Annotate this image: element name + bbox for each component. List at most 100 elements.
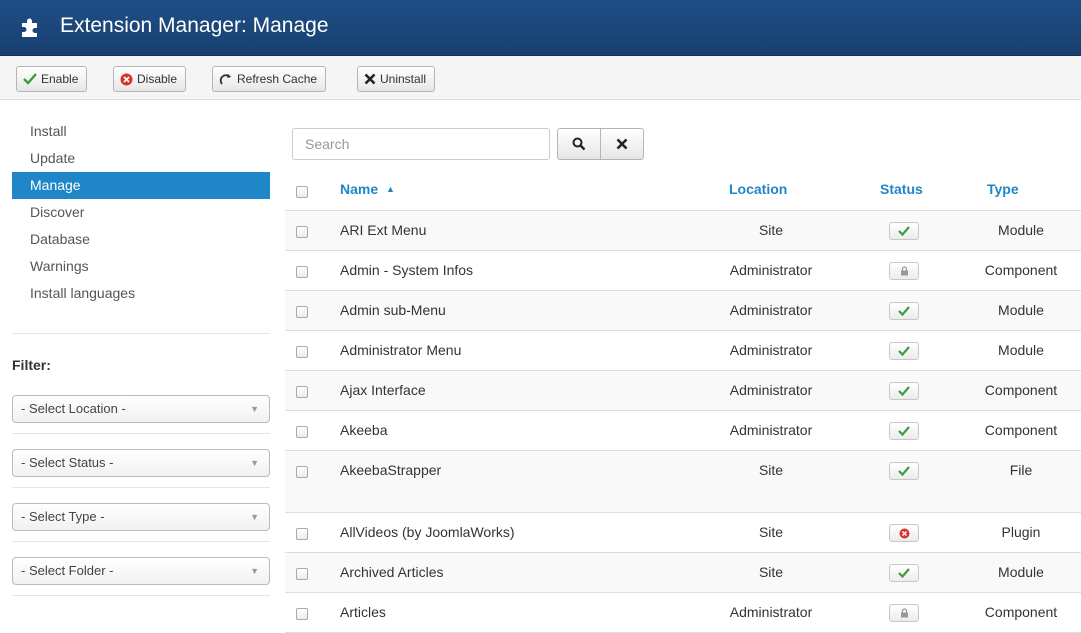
status-filter-select[interactable]: - Select Status - ▼ bbox=[12, 449, 270, 477]
uninstall-button-label: Uninstall bbox=[380, 72, 427, 86]
chevron-down-icon: ▼ bbox=[250, 566, 259, 576]
row-checkbox[interactable] bbox=[296, 226, 308, 238]
page-title: Extension Manager: Manage bbox=[60, 14, 329, 37]
search-button[interactable] bbox=[557, 128, 601, 160]
sidebar-item-manage[interactable]: Manage bbox=[12, 172, 270, 199]
filter-heading: Filter: bbox=[12, 357, 51, 373]
extension-location: Administrator bbox=[729, 302, 813, 318]
table-row: Administrator Menu Administrator Module bbox=[285, 331, 1081, 371]
close-icon bbox=[364, 73, 376, 85]
extension-name[interactable]: Administrator Menu bbox=[340, 342, 461, 358]
extension-type: Module bbox=[998, 564, 1044, 580]
disable-icon bbox=[120, 73, 133, 85]
row-checkbox[interactable] bbox=[296, 346, 308, 358]
column-header-name[interactable]: Name ▲ bbox=[340, 181, 395, 197]
extension-type: File bbox=[1009, 462, 1033, 478]
sidebar-item-install[interactable]: Install bbox=[12, 118, 270, 145]
table-row: Admin sub-Menu Administrator Module bbox=[285, 291, 1081, 331]
filter-divider bbox=[12, 541, 270, 542]
location-filter-select[interactable]: - Select Location - ▼ bbox=[12, 395, 270, 423]
extension-type: Component bbox=[984, 604, 1058, 620]
status-filter-value: - Select Status - bbox=[21, 455, 114, 470]
extension-name[interactable]: Ajax Interface bbox=[340, 382, 426, 398]
search-input[interactable] bbox=[292, 128, 550, 160]
sidebar-nav: Install Update Manage Discover Database … bbox=[12, 118, 270, 307]
toolbar: Enable Disable Refresh Cache Uninstall bbox=[0, 56, 1081, 100]
extension-name[interactable]: Admin - System Infos bbox=[340, 262, 473, 278]
row-checkbox[interactable] bbox=[296, 386, 308, 398]
clear-search-button[interactable] bbox=[600, 128, 644, 160]
row-checkbox[interactable] bbox=[296, 568, 308, 580]
extension-type: Component bbox=[984, 382, 1058, 398]
column-header-type[interactable]: Type bbox=[987, 181, 1019, 197]
extension-name[interactable]: Articles bbox=[340, 604, 386, 620]
table-row: ARI Ext Menu Site Module bbox=[285, 211, 1081, 251]
status-enabled-icon[interactable] bbox=[889, 462, 919, 480]
refresh-cache-button[interactable]: Refresh Cache bbox=[212, 66, 327, 92]
check-icon bbox=[23, 73, 37, 85]
status-disabled-icon[interactable] bbox=[889, 524, 919, 542]
uninstall-button[interactable]: Uninstall bbox=[357, 66, 436, 92]
table-row: Archived Articles Site Module bbox=[285, 553, 1081, 593]
chevron-down-icon: ▼ bbox=[250, 458, 259, 468]
extension-location: Administrator bbox=[729, 382, 813, 398]
status-enabled-icon[interactable] bbox=[889, 342, 919, 360]
row-checkbox[interactable] bbox=[296, 426, 308, 438]
extension-name[interactable]: Archived Articles bbox=[340, 564, 443, 580]
disable-button[interactable]: Disable bbox=[113, 66, 187, 92]
status-enabled-icon[interactable] bbox=[889, 382, 919, 400]
extension-location: Site bbox=[758, 564, 784, 580]
sidebar-item-update[interactable]: Update bbox=[12, 145, 270, 172]
sidebar-item-install-languages[interactable]: Install languages bbox=[12, 280, 270, 307]
extension-type: Module bbox=[998, 222, 1044, 238]
extension-name[interactable]: Admin sub-Menu bbox=[340, 302, 446, 318]
table-header: Name ▲ Location Status Type bbox=[285, 173, 1081, 211]
folder-filter-select[interactable]: - Select Folder - ▼ bbox=[12, 557, 270, 585]
extension-type: Plugin bbox=[1001, 524, 1041, 540]
location-filter-value: - Select Location - bbox=[21, 401, 126, 416]
extension-location: Site bbox=[758, 222, 784, 238]
column-header-name-label: Name bbox=[340, 181, 379, 197]
table-row: Articles Administrator Component bbox=[285, 593, 1081, 633]
extension-type: Module bbox=[998, 342, 1044, 358]
refresh-icon bbox=[219, 73, 231, 85]
column-header-status[interactable]: Status bbox=[880, 181, 923, 197]
row-checkbox[interactable] bbox=[296, 466, 308, 478]
status-locked-icon bbox=[889, 262, 919, 280]
column-header-location[interactable]: Location bbox=[729, 181, 787, 197]
disable-button-label: Disable bbox=[137, 72, 178, 86]
enable-button[interactable]: Enable bbox=[16, 66, 88, 92]
row-checkbox[interactable] bbox=[296, 528, 308, 540]
chevron-down-icon: ▼ bbox=[250, 404, 259, 414]
status-locked-icon bbox=[889, 604, 919, 622]
sort-ascending-icon: ▲ bbox=[386, 184, 395, 194]
table-row: AkeebaStrapper Site File bbox=[285, 451, 1081, 513]
row-checkbox[interactable] bbox=[296, 608, 308, 620]
row-checkbox[interactable] bbox=[296, 266, 308, 278]
select-all-checkbox[interactable] bbox=[296, 186, 308, 198]
extension-type: Module bbox=[998, 302, 1044, 318]
extension-type: Component bbox=[984, 262, 1058, 278]
status-enabled-icon[interactable] bbox=[889, 422, 919, 440]
sidebar-item-discover[interactable]: Discover bbox=[12, 199, 270, 226]
table-row: AllVideos (by JoomlaWorks) Site Plugin bbox=[285, 513, 1081, 553]
extension-location: Administrator bbox=[729, 262, 813, 278]
type-filter-value: - Select Type - bbox=[21, 509, 105, 524]
extension-name[interactable]: AkeebaStrapper bbox=[340, 462, 441, 478]
status-enabled-icon[interactable] bbox=[889, 564, 919, 582]
extension-name[interactable]: ARI Ext Menu bbox=[340, 222, 426, 238]
extension-location: Administrator bbox=[729, 604, 813, 620]
sidebar-item-database[interactable]: Database bbox=[12, 226, 270, 253]
extension-type: Component bbox=[984, 422, 1058, 438]
extension-location: Site bbox=[758, 462, 784, 478]
extension-name[interactable]: Akeeba bbox=[340, 422, 387, 438]
extension-location: Administrator bbox=[729, 422, 813, 438]
status-enabled-icon[interactable] bbox=[889, 222, 919, 240]
row-checkbox[interactable] bbox=[296, 306, 308, 318]
close-icon bbox=[616, 138, 628, 150]
extension-name[interactable]: AllVideos (by JoomlaWorks) bbox=[340, 524, 515, 540]
sidebar-item-warnings[interactable]: Warnings bbox=[12, 253, 270, 280]
status-enabled-icon[interactable] bbox=[889, 302, 919, 320]
filter-divider bbox=[12, 487, 270, 488]
type-filter-select[interactable]: - Select Type - ▼ bbox=[12, 503, 270, 531]
